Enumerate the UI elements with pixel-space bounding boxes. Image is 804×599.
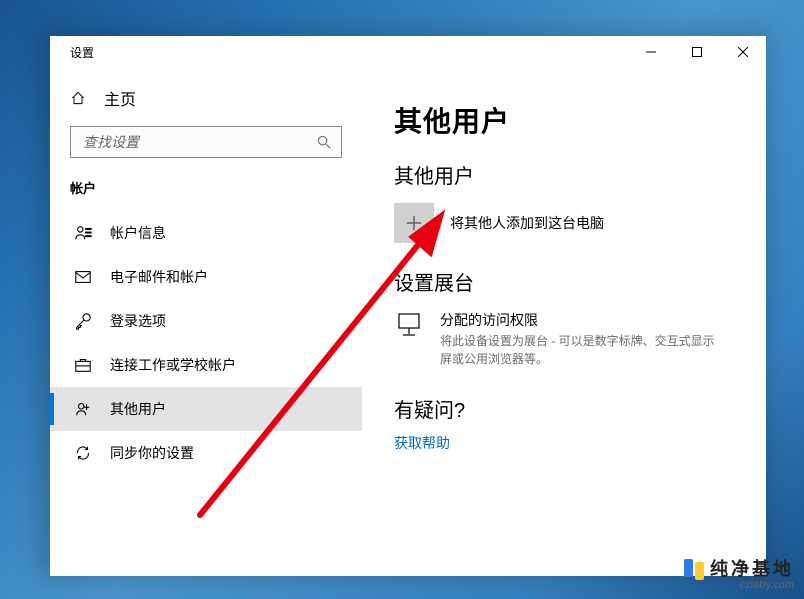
kiosk-button[interactable]: 分配的访问权限 将此设备设置为展台 - 可以是数字标牌、交互式显示屏或公用浏览器… xyxy=(394,310,724,368)
maximize-icon xyxy=(692,47,702,57)
brand-name: 纯净基地 xyxy=(710,555,794,581)
maximize-button[interactable] xyxy=(674,36,720,68)
kiosk-title: 分配的访问权限 xyxy=(440,310,724,330)
branding: 纯净基地 czlaby.com xyxy=(684,555,794,591)
minimize-button[interactable] xyxy=(628,36,674,68)
window-title: 设置 xyxy=(70,44,94,61)
other-users-icon xyxy=(74,400,92,418)
account-info-icon xyxy=(74,224,92,242)
plus-button xyxy=(394,203,434,243)
sidebar-item-label: 登录选项 xyxy=(110,311,166,331)
kiosk-description: 将此设备设置为展台 - 可以是数字标牌、交互式显示屏或公用浏览器等。 xyxy=(440,332,724,368)
sidebar-item-label: 其他用户 xyxy=(110,399,166,419)
key-icon xyxy=(74,312,92,330)
home-button[interactable]: 主页 xyxy=(50,78,362,118)
brand-logo xyxy=(684,559,704,577)
sidebar-item-work[interactable]: 连接工作或学校帐户 xyxy=(50,343,362,387)
titlebar: 设置 xyxy=(50,36,766,68)
sidebar-item-label: 电子邮件和帐户 xyxy=(110,267,208,287)
add-user-label: 将其他人添加到这台电脑 xyxy=(450,213,604,233)
section-label: 帐户 xyxy=(50,168,362,211)
briefcase-icon xyxy=(74,356,92,374)
sidebar-item-other-users[interactable]: 其他用户 xyxy=(50,387,362,431)
home-icon xyxy=(70,90,86,106)
minimize-icon xyxy=(646,47,656,57)
search-icon xyxy=(317,135,331,149)
main-panel: 其他用户 其他用户 将其他人添加到这台电脑 设置展台 分配的访问权限 将此设备设… xyxy=(362,68,766,576)
other-users-heading: 其他用户 xyxy=(394,160,736,189)
sidebar-item-email[interactable]: 电子邮件和帐户 xyxy=(50,255,362,299)
settings-window: 设置 主页 xyxy=(50,36,766,576)
sidebar-item-label: 帐户信息 xyxy=(110,223,166,243)
kiosk-icon xyxy=(394,310,424,340)
help-heading: 有疑问? xyxy=(394,394,736,423)
search-button[interactable] xyxy=(307,127,341,157)
email-icon xyxy=(74,268,92,286)
search-input[interactable] xyxy=(71,134,307,150)
plus-icon xyxy=(405,214,423,232)
home-label: 主页 xyxy=(104,86,136,110)
sidebar-item-label: 同步你的设置 xyxy=(110,443,194,463)
add-user-button[interactable]: 将其他人添加到这台电脑 xyxy=(394,203,736,243)
close-icon xyxy=(738,47,748,57)
window-controls xyxy=(628,36,766,68)
sidebar-item-account-info[interactable]: 帐户信息 xyxy=(50,211,362,255)
sync-icon xyxy=(74,444,92,462)
sidebar-item-sync[interactable]: 同步你的设置 xyxy=(50,431,362,475)
nav-items: 帐户信息 电子邮件和帐户 登录选项 连接工作或学校帐户 其他用户 xyxy=(50,211,362,475)
brand-url: czlaby.com xyxy=(740,579,794,591)
search-box xyxy=(70,126,342,158)
page-title: 其他用户 xyxy=(394,100,736,140)
close-button[interactable] xyxy=(720,36,766,68)
get-help-link[interactable]: 获取帮助 xyxy=(394,433,736,453)
kiosk-heading: 设置展台 xyxy=(394,267,736,296)
sidebar-item-signin[interactable]: 登录选项 xyxy=(50,299,362,343)
sidebar-item-label: 连接工作或学校帐户 xyxy=(110,355,236,375)
sidebar: 主页 帐户 帐户信息 电子邮件和帐户 xyxy=(50,68,362,576)
